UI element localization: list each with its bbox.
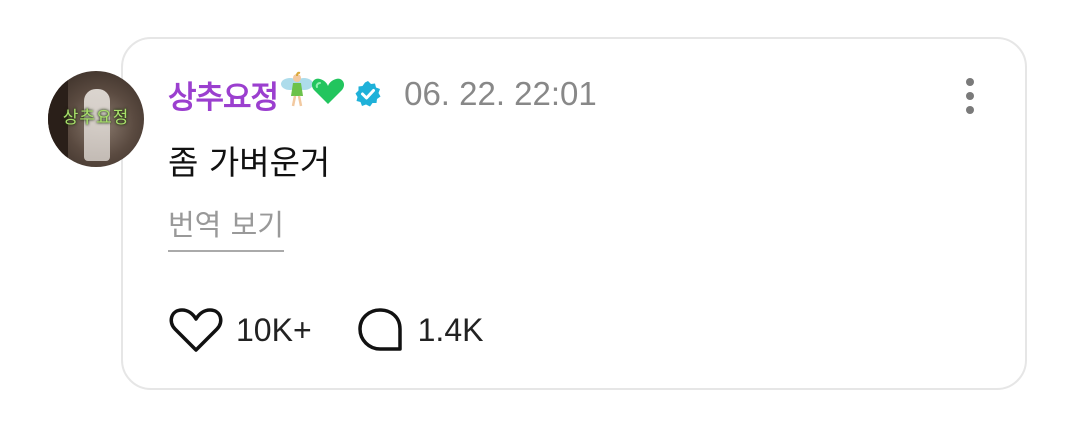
username-emojis (280, 70, 348, 118)
verified-badge-icon (355, 81, 381, 107)
action-bar: 10K+ 1.4K (168, 300, 483, 360)
more-vertical-icon[interactable] (958, 76, 982, 116)
comment-header: 상추요정 06. 22. 22:01 (168, 70, 597, 118)
avatar[interactable]: 상추요정 (48, 71, 144, 167)
timestamp: 06. 22. 22:01 (404, 75, 597, 112)
comment-count: 1.4K (417, 311, 484, 348)
translate-link[interactable]: 번역 보기 (168, 202, 284, 252)
like-button[interactable]: 10K+ (168, 306, 312, 354)
fairy-heart-emoji-icon (281, 71, 345, 107)
comment-button[interactable]: 1.4K (356, 305, 484, 355)
comment-bubble-icon (357, 308, 402, 351)
heart-icon (169, 308, 223, 352)
like-count: 10K+ (236, 311, 312, 348)
comment-body: 좀 가벼운거 (168, 143, 331, 182)
avatar-text: 상추요정 (62, 108, 130, 128)
username[interactable]: 상추요정 (168, 72, 279, 117)
